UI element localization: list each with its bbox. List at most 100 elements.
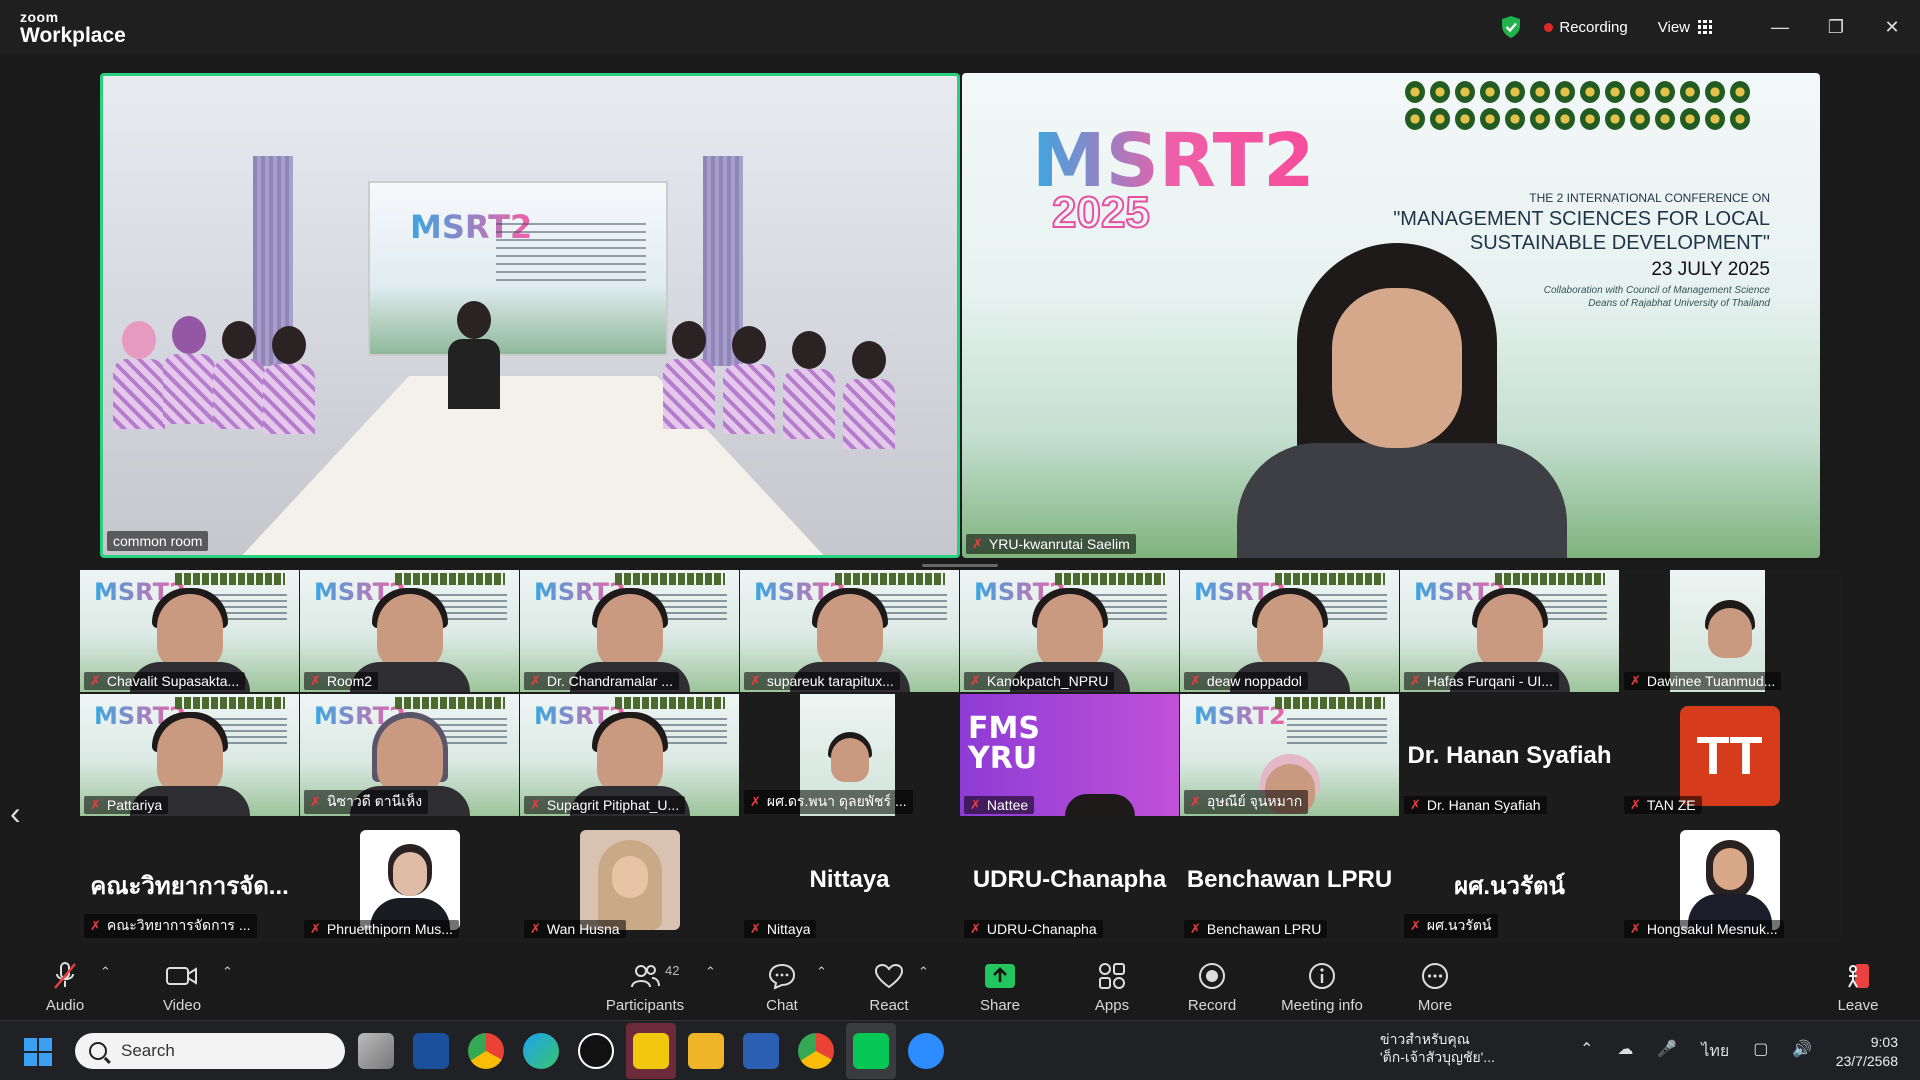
participant-tile[interactable]: ✗ Wan Husna bbox=[520, 818, 739, 940]
line-icon[interactable] bbox=[853, 1033, 889, 1069]
participant-tile[interactable]: MSRT2 ✗ Kanokpatch_NPRU bbox=[960, 570, 1179, 692]
meeting-info-button[interactable]: Meeting info bbox=[1272, 961, 1372, 1014]
share-screen-icon bbox=[985, 964, 1015, 988]
participant-tile[interactable]: MSRT2 ✗ นิซาวดี ตานีเห็ง bbox=[300, 694, 519, 816]
leave-button[interactable]: Leave bbox=[1812, 961, 1904, 1014]
muted-mic-icon: ✗ bbox=[310, 921, 321, 936]
video-button[interactable]: Video bbox=[137, 961, 227, 1014]
restore-button[interactable]: ❐ bbox=[1808, 14, 1864, 40]
leave-label: Leave bbox=[1837, 997, 1879, 1014]
more-button[interactable]: More bbox=[1390, 961, 1480, 1014]
record-icon bbox=[1199, 963, 1225, 989]
participant-tile[interactable]: MSRT2 ✗ Chavalit Supasakta... bbox=[80, 570, 299, 692]
network-off-icon[interactable]: ☁ bbox=[1617, 1039, 1633, 1064]
participant-tile[interactable]: TT ✗ TAN ZE bbox=[1620, 694, 1839, 816]
apps-button[interactable]: Apps bbox=[1067, 961, 1157, 1014]
participant-tile[interactable]: Nittaya ✗ Nittaya bbox=[740, 818, 959, 940]
encryption-shield-icon[interactable] bbox=[1500, 15, 1522, 39]
conference-collab2: Deans of Rajabhat University of Thailand bbox=[1588, 298, 1770, 309]
news-widget[interactable]: ข่าวสำหรับคุณ 'ต็ก-เจ้าสัวบุญชัย'... bbox=[1380, 1031, 1540, 1066]
conference-line1: THE 2 INTERNATIONAL CONFERENCE ON bbox=[1529, 191, 1770, 205]
participant-display-name: คณะวิทยาการจัด... bbox=[90, 873, 289, 900]
muted-mic-icon: ✗ bbox=[530, 673, 541, 688]
microphone-icon[interactable]: 🎤 bbox=[1657, 1039, 1677, 1064]
participant-tile[interactable]: MSRT2 ✗ Supagrit Pitiphat_U... bbox=[520, 694, 739, 816]
display-icon[interactable]: ▢ bbox=[1753, 1039, 1768, 1064]
participant-tile[interactable]: FMS YRU ✗ Nattee bbox=[960, 694, 1179, 816]
participant-tile[interactable]: MSRT2 ✗ อุษณีย์ จุนหมาก bbox=[1180, 694, 1399, 816]
participant-tile[interactable]: MSRT2 ✗ deaw noppadol bbox=[1180, 570, 1399, 692]
participant-name: Phruetthiporn Mus... bbox=[326, 921, 453, 937]
participant-name: Kanokpatch_NPRU bbox=[986, 673, 1109, 689]
leave-icon bbox=[1848, 964, 1869, 988]
conference-collab1: Collaboration with Council of Management… bbox=[1543, 285, 1770, 296]
participant-tile[interactable]: ✗ Dawinee Tuanmud... bbox=[1620, 570, 1839, 692]
participant-tile[interactable]: MSRT2 ✗ supareuk tarapitux... bbox=[740, 570, 959, 692]
profile-photo bbox=[579, 830, 680, 930]
participants-icon bbox=[631, 965, 660, 988]
edge-icon[interactable] bbox=[523, 1033, 559, 1069]
participant-name: supareuk tarapitux... bbox=[766, 673, 894, 689]
minimize-button[interactable]: — bbox=[1752, 14, 1808, 40]
participant-name: คณะวิทยาการจัดการ ... bbox=[106, 917, 251, 933]
participant-name: Dawinee Tuanmud... bbox=[1646, 673, 1776, 689]
participant-tile[interactable]: ✗ Phruetthiporn Mus... bbox=[300, 818, 519, 940]
participant-tile[interactable]: MSRT2 ✗ Pattariya bbox=[80, 694, 299, 816]
participant-tile[interactable]: ผศ.นวรัตน์ ✗ ผศ.นวรัตน์ bbox=[1400, 818, 1619, 940]
task-view-icon[interactable] bbox=[358, 1033, 394, 1069]
gallery-prev-page-button[interactable]: ‹ bbox=[10, 795, 21, 832]
gallery-resize-handle[interactable] bbox=[922, 564, 998, 567]
participant-name: ผศ.ดร.พนา ดุลยพัชร์ ... bbox=[766, 793, 907, 809]
zoom-taskbar-icon[interactable] bbox=[908, 1033, 944, 1069]
chrome-profile-icon[interactable] bbox=[798, 1033, 834, 1069]
participant-tile[interactable]: MSRT2 ✗ Dr. Chandramalar ... bbox=[520, 570, 739, 692]
sticky-notes-icon[interactable] bbox=[633, 1033, 669, 1069]
file-explorer-icon[interactable] bbox=[688, 1033, 724, 1069]
volume-icon[interactable]: 🔊 bbox=[1792, 1039, 1812, 1064]
conference-date: 23 JULY 2025 bbox=[1651, 259, 1770, 280]
participant-tile[interactable]: ✗ Hongsakul Mesnuk... bbox=[1620, 818, 1839, 940]
participant-tile[interactable]: MSRT2 ✗ Room2 bbox=[300, 570, 519, 692]
participant-tile[interactable]: Dr. Hanan Syafiah ✗ Dr. Hanan Syafiah bbox=[1400, 694, 1619, 816]
share-button[interactable]: Share bbox=[955, 961, 1045, 1014]
participants-options-caret[interactable]: ⌃ bbox=[705, 964, 716, 980]
snipping-tool-icon[interactable] bbox=[413, 1033, 449, 1069]
chat-button[interactable]: Chat bbox=[737, 961, 827, 1014]
search-icon bbox=[89, 1042, 107, 1060]
word-icon[interactable] bbox=[743, 1033, 779, 1069]
chat-bubble-icon bbox=[768, 963, 796, 990]
recording-indicator[interactable]: Recording bbox=[1544, 19, 1628, 36]
view-button[interactable]: View bbox=[1658, 19, 1712, 36]
participant-tile[interactable]: คณะวิทยาการจัด... ✗ คณะวิทยาการจัดการ ... bbox=[80, 818, 299, 940]
taskbar-search-box[interactable]: Search bbox=[75, 1033, 345, 1069]
tiktok-icon[interactable] bbox=[578, 1033, 614, 1069]
windows-start-icon[interactable] bbox=[24, 1038, 52, 1066]
clock-date: 23/7/2568 bbox=[1835, 1052, 1898, 1069]
clock-time: 9:03 bbox=[1870, 1034, 1898, 1050]
audio-options-caret[interactable]: ⌃ bbox=[100, 964, 111, 980]
speaker-video-yru[interactable]: MSRT2 2025 THE 2 INTERNATIONAL CONFERENC… bbox=[962, 73, 1820, 558]
clock[interactable]: 9:03 23/7/2568 bbox=[1836, 1033, 1898, 1071]
participant-tile[interactable]: ✗ ผศ.ดร.พนา ดุลยพัชร์ ... bbox=[740, 694, 959, 816]
close-button[interactable]: ✕ bbox=[1864, 14, 1920, 40]
participant-name: อุษณีย์ จุนหมาก bbox=[1206, 793, 1303, 809]
react-options-caret[interactable]: ⌃ bbox=[918, 964, 929, 980]
language-indicator[interactable]: ไทย bbox=[1701, 1039, 1729, 1064]
title-bar: zoom Workplace Recording View — ❐ ✕ bbox=[0, 0, 1920, 55]
participant-tile[interactable]: UDRU-Chanapha ✗ UDRU-Chanapha bbox=[960, 818, 1179, 940]
brand-small: zoom bbox=[20, 9, 59, 25]
brand-big: Workplace bbox=[20, 24, 126, 47]
muted-mic-icon: ✗ bbox=[310, 673, 321, 688]
participant-name: Pattariya bbox=[106, 797, 163, 813]
record-button[interactable]: Record bbox=[1167, 961, 1257, 1014]
participant-tile[interactable]: Benchawan LPRU ✗ Benchawan LPRU bbox=[1180, 818, 1399, 940]
video-options-caret[interactable]: ⌃ bbox=[222, 964, 233, 980]
chrome-icon[interactable] bbox=[468, 1033, 504, 1069]
participant-tile[interactable]: MSRT2 ✗ Hafas Furqani - UI... bbox=[1400, 570, 1619, 692]
chat-options-caret[interactable]: ⌃ bbox=[816, 964, 827, 980]
speaker-video-common-room[interactable]: MSRT2 common room bbox=[100, 73, 960, 558]
muted-mic-icon: ✗ bbox=[1190, 794, 1201, 809]
chevron-up-icon[interactable]: ⌃ bbox=[1580, 1039, 1593, 1064]
audio-button[interactable]: Audio bbox=[20, 961, 110, 1014]
meeting-toolbar: Audio ⌃ Video ⌃ Participants 42 ⌃ Chat ⌃… bbox=[0, 955, 1920, 1020]
